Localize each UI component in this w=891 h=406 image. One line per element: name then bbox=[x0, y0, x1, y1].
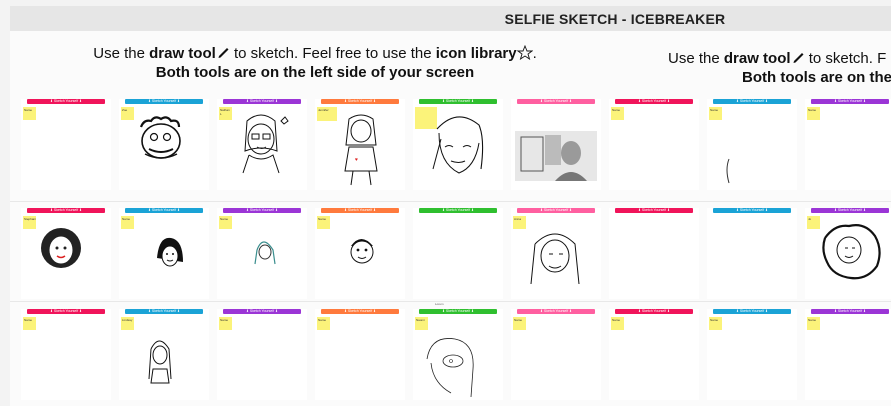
name-sticky-note[interactable]: Name bbox=[23, 317, 36, 330]
name-sticky-note[interactable]: Name bbox=[807, 107, 820, 120]
instr-text: to sketch. F bbox=[804, 50, 887, 67]
sketch-yourself-banner: ⬇ Sketch Yourself ⬇ bbox=[713, 309, 791, 314]
selfie-sketch bbox=[157, 237, 183, 267]
selfie-sketch bbox=[148, 340, 172, 384]
sketch-yourself-banner: ⬇ Sketch Yourself ⬇ bbox=[811, 99, 889, 104]
name-sticky-note[interactable]: Name bbox=[317, 317, 330, 330]
sketch-frame[interactable]: ⬇ Sketch Yourself ⬇ Jo bbox=[805, 208, 891, 299]
sketch-frame[interactable]: ⬇ Sketch Yourself ⬇ Stephanie bbox=[21, 208, 111, 299]
selfie-sketch bbox=[530, 233, 580, 285]
instructions-line-1: Use the draw tool to sketch. Feel free t… bbox=[80, 44, 550, 63]
name-sticky-note[interactable]: Name bbox=[23, 107, 36, 120]
selfie-photo bbox=[515, 131, 597, 181]
instructions-block: Use the draw tool to sketch. Feel free t… bbox=[80, 44, 550, 82]
selfie-sketch bbox=[139, 116, 181, 159]
row-divider bbox=[10, 201, 891, 202]
instructions-block-2: Use the draw tool to sketch. F Both tool… bbox=[668, 49, 891, 87]
sketch-frame[interactable]: ⬇ Sketch Yourself ⬇ Name bbox=[707, 99, 797, 190]
selfie-sketch bbox=[432, 116, 484, 174]
selfie-sketch bbox=[426, 338, 474, 398]
sketch-yourself-banner: ⬇ Sketch Yourself ⬇ bbox=[713, 208, 791, 213]
instructions-line-2: Both tools are on the left side of your … bbox=[155, 64, 475, 81]
svg-text:♥: ♥ bbox=[355, 157, 358, 163]
sketch-frame[interactable]: ⬇ Sketch Yourself ⬇ Name bbox=[315, 309, 405, 400]
selfie-sketch: ♥ bbox=[344, 114, 378, 186]
selfie-sketch bbox=[242, 114, 289, 174]
sketch-frame[interactable]: ⬇ Sketch Yourself ⬇ Name bbox=[217, 208, 307, 299]
sketch-yourself-banner: ⬇ Sketch Yourself ⬇ bbox=[223, 309, 301, 314]
instr-text: Use the bbox=[668, 50, 724, 67]
sketch-yourself-banner: ⬇ Sketch Yourself ⬇ bbox=[811, 309, 889, 314]
instructions-line-2: Both tools are on the bbox=[742, 69, 891, 86]
sketch-frame[interactable]: ⬇ Sketch Yourself ⬇ bbox=[413, 208, 503, 299]
sketch-frame[interactable]: ⬇ Sketch Yourself ⬇ Name bbox=[609, 99, 699, 190]
row-divider bbox=[10, 301, 891, 302]
sketch-frame[interactable]: ⬇ Sketch Yourself ⬇ Nathan L bbox=[217, 99, 307, 190]
sketch-frame[interactable]: ⬇ Sketch Yourself ⬇ Lindsay bbox=[119, 309, 209, 400]
selfie-sketch bbox=[822, 224, 881, 280]
star-icon bbox=[516, 44, 533, 62]
sketch-frame[interactable]: ⬇ Sketch Yourself ⬇ Name bbox=[707, 309, 797, 400]
icon-library-label: icon library bbox=[435, 45, 517, 62]
frame-label: Lorem bbox=[435, 302, 444, 306]
sketch-frame[interactable]: ⬇ Sketch Yourself ⬇ Name bbox=[21, 309, 111, 400]
selfie-sketch bbox=[726, 158, 730, 184]
name-sticky-note[interactable]: Name bbox=[611, 317, 624, 330]
sketch-frame[interactable]: ⬇ Sketch Yourself ⬇ bbox=[609, 208, 699, 299]
name-sticky-note[interactable]: Name bbox=[807, 317, 820, 330]
sketch-frame[interactable]: ⬇ Sketch Yourself ⬇ Name bbox=[609, 309, 699, 400]
sketch-frame[interactable]: ⬇ Sketch Yourself ⬇ Name bbox=[805, 99, 891, 190]
instr-text: Use the bbox=[93, 45, 150, 62]
sketch-yourself-banner: ⬇ Sketch Yourself ⬇ bbox=[615, 309, 693, 314]
whiteboard-canvas[interactable]: SELFIE SKETCH - ICEBREAKER Use the draw … bbox=[0, 0, 891, 406]
sketch-frame[interactable]: ⬇ Sketch Yourself ⬇ Name bbox=[21, 99, 111, 190]
sketch-yourself-banner: ⬇ Sketch Yourself ⬇ bbox=[615, 99, 693, 104]
sketch-frame[interactable]: ⬇ Sketch Yourself ⬇ Jennifer ♥ bbox=[315, 99, 405, 190]
draw-tool-label: draw tool bbox=[723, 50, 791, 67]
selfie-sketch bbox=[350, 239, 374, 264]
sketch-frame[interactable]: ⬇ Sketch Yourself ⬇ bbox=[413, 99, 503, 190]
sketch-yourself-banner: ⬇ Sketch Yourself ⬇ bbox=[27, 99, 105, 104]
sketch-frame[interactable]: ⬇ Sketch Yourself ⬇ Anna bbox=[511, 208, 601, 299]
sketch-frame[interactable]: ⬇ Sketch Yourself ⬇ Name bbox=[217, 309, 307, 400]
sketch-yourself-banner: ⬇ Sketch Yourself ⬇ bbox=[419, 208, 497, 213]
sketch-frame[interactable]: ⬇ Sketch Yourself ⬇ bbox=[707, 208, 797, 299]
sketch-yourself-banner: ⬇ Sketch Yourself ⬇ bbox=[615, 208, 693, 213]
pencil-icon bbox=[791, 50, 805, 67]
sketch-frame[interactable]: ⬇ Sketch Yourself ⬇ Name bbox=[315, 208, 405, 299]
name-sticky-note[interactable]: Name bbox=[611, 107, 624, 120]
sketch-yourself-banner: ⬇ Sketch Yourself ⬇ bbox=[517, 99, 595, 104]
sketch-yourself-banner: ⬇ Sketch Yourself ⬇ bbox=[27, 309, 105, 314]
instr-text: . bbox=[532, 45, 537, 62]
title-bar: SELFIE SKETCH - ICEBREAKER bbox=[10, 6, 891, 31]
name-sticky-note[interactable]: Name bbox=[219, 317, 232, 330]
sketch-frame[interactable]: ⬇ Sketch Yourself ⬇ Name bbox=[511, 309, 601, 400]
sketch-yourself-banner: ⬇ Sketch Yourself ⬇ bbox=[517, 309, 595, 314]
instr-text: to sketch. Feel free to use the bbox=[229, 45, 436, 62]
pencil-icon bbox=[216, 45, 230, 62]
board-title: SELFIE SKETCH - ICEBREAKER bbox=[504, 11, 726, 27]
board-area[interactable]: Use the draw tool to sketch. Feel free t… bbox=[10, 31, 891, 406]
draw-tool-label: draw tool bbox=[149, 45, 216, 62]
sketch-frame[interactable]: ⬇ Sketch Yourself ⬇ Name bbox=[805, 309, 891, 400]
sketch-frame[interactable]: ⬇ Sketch Yourself ⬇ Zoe bbox=[119, 99, 209, 190]
name-sticky-note[interactable]: Name bbox=[513, 317, 526, 330]
selfie-sketch bbox=[41, 228, 81, 268]
sketch-yourself-banner: ⬇ Sketch Yourself ⬇ bbox=[321, 309, 399, 314]
selfie-sketch bbox=[254, 241, 276, 265]
sketch-frame[interactable]: ⬇ Sketch Yourself ⬇ Name bbox=[119, 208, 209, 299]
name-sticky-note[interactable]: Name bbox=[709, 317, 722, 330]
sketch-frame[interactable]: Lorem ⬇ Sketch Yourself ⬇ Naomi bbox=[413, 302, 503, 400]
instructions-line-1: Use the draw tool to sketch. F bbox=[668, 49, 891, 68]
sketch-frame[interactable]: ⬇ Sketch Yourself ⬇ bbox=[511, 99, 601, 190]
